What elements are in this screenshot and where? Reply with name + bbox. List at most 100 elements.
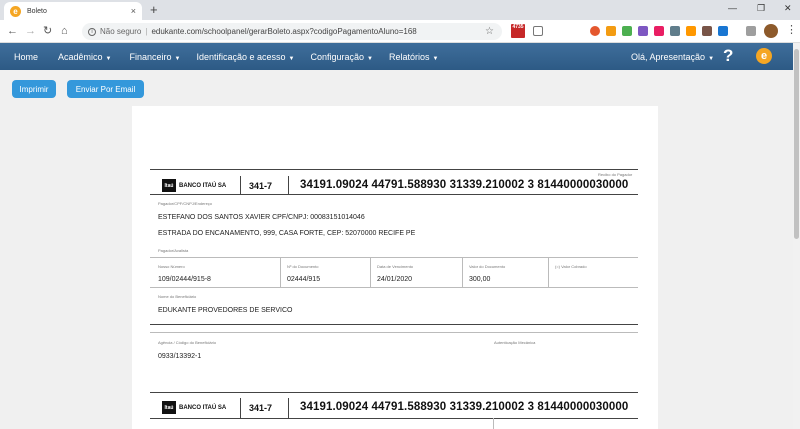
url-text[interactable]: edukante.com/schoolpanel/gerarBoleto.asp… [151,27,485,36]
help-icon[interactable]: ? [723,46,733,66]
divider [548,257,549,287]
caret-down-icon: ▼ [367,55,373,62]
bookmark-star-icon[interactable]: ☆ [485,26,494,37]
divider [240,398,241,418]
nav-relatorios[interactable]: Relatórios ▼ [389,52,438,62]
extension-green-icon[interactable] [622,26,632,36]
pagador-label: Pagador/CPF/CNPJ/Endereço [158,201,213,206]
scrollbar-thumb[interactable] [794,49,799,239]
caret-down-icon: ▼ [174,55,181,62]
nav-academico[interactable]: Acadêmico ▼ [58,52,111,62]
divider [150,169,638,170]
divider [150,332,638,333]
extension-blue-icon[interactable] [718,26,728,36]
divider [150,418,638,419]
home-icon[interactable]: ⌂ [61,24,68,38]
address-bar[interactable]: i Não seguro | edukante.com/schoolpanel/… [82,23,502,40]
extension-pink-icon[interactable] [654,26,664,36]
numero-documento-label: Nº do Documento [287,264,319,269]
nav-configuracao[interactable]: Configuração ▼ [311,52,374,62]
print-button[interactable]: Imprimir [12,80,56,98]
extension-gray-icon[interactable] [670,26,680,36]
divider [462,257,463,287]
nav-academico-label: Acadêmico [58,51,103,62]
browser-menu-icon[interactable]: ⋮ [786,23,797,36]
itau-logo-icon: Itaú [162,179,176,192]
browser-tab[interactable]: e Boleto × [4,2,142,20]
divider [150,324,638,325]
send-email-button[interactable]: Enviar Por Email [67,80,144,98]
boleto-document: Recibo do Pagador Itaú BANCO ITAÚ SA 341… [132,106,658,429]
info-icon[interactable]: i [88,27,96,36]
forward-icon[interactable]: → [25,24,36,38]
boleto-payment-slip: Itaú BANCO ITAÚ SA 341-7 34191.09024 447… [150,392,638,429]
nav-user-menu[interactable]: Olá, Apresentação ▼ [631,52,714,62]
bank-code: 341-7 [249,403,273,413]
extension-badge-icon[interactable]: 4735 [511,24,525,38]
edukante-logo-icon[interactable]: e [756,48,772,64]
nav-financeiro-label: Financeiro [129,51,172,62]
beneficiario-label: Nome do Beneficiário [158,294,197,299]
not-secure-label: Não seguro [100,27,142,36]
beneficiario-name: EDUKANTE PROVEDORES DE SERVICO [158,307,293,314]
vencimento-label: Data de Vencimento [377,264,414,269]
tab-title: Boleto [27,7,47,15]
pagador-name: ESTEFANO DOS SANTOS XAVIER CPF/CNPJ: 000… [158,214,365,221]
divider [280,257,281,287]
avalista-label: Pagador/Avalista [158,248,189,253]
reading-list-icon[interactable] [746,26,756,36]
divider [370,257,371,287]
divider [240,176,241,194]
omnibox-separator: | [145,27,148,36]
digitable-line: 34191.09024 44791.588930 31339.210002 3 … [300,401,629,413]
reload-icon[interactable]: ↻ [43,24,52,38]
camera-extension-icon[interactable] [533,26,543,36]
pagador-address: ESTRADA DO ENCANAMENTO, 999, CASA FORTE,… [158,230,416,237]
autenticacao-label: Autenticação Mecânica [494,340,536,345]
agencia-code: 0933/13392-1 [158,353,202,360]
close-window-icon[interactable]: ✕ [784,3,792,14]
profile-avatar[interactable] [764,24,778,38]
minimize-icon[interactable]: — [728,3,737,13]
user-greeting: Olá, Apresentação [631,52,706,62]
extension-orange-icon[interactable] [606,26,616,36]
nav-identificacao-label: Identificação e acesso [196,51,286,62]
nosso-numero-label: Nosso Número [158,264,185,269]
metamask-extension-icon[interactable] [686,26,696,36]
back-icon[interactable]: ← [7,24,18,38]
nav-identificacao[interactable]: Identificação e acesso ▼ [196,52,294,62]
boleto-receipt: Recibo do Pagador Itaú BANCO ITAÚ SA 341… [150,166,638,326]
valor-cobrado-label: (=) Valor Cobrado [555,264,587,269]
bank-name: BANCO ITAÚ SA [179,183,227,189]
edukante-favicon-icon: e [10,5,21,17]
digitable-line: 34191.09024 44791.588930 31339.210002 3 … [300,179,629,191]
divider [150,194,638,195]
itau-logo-icon: Itaú [162,401,176,414]
divider [150,257,638,258]
bank-name: BANCO ITAÚ SA [179,405,227,411]
new-tab-icon[interactable]: + [150,3,158,17]
nav-configuracao-label: Configuração [310,51,365,62]
divider [288,398,289,418]
browser-tab-strip: e Boleto × + — ❐ ✕ [0,0,800,20]
app-navbar: Home Acadêmico ▼ Financeiro ▼ Identificaçã… [0,43,793,70]
page-scrollbar[interactable] [793,43,800,429]
divider [150,392,638,393]
agencia-label: Agência / Código do Beneficiário [158,340,217,345]
extension-brown-icon[interactable] [702,26,712,36]
maximize-icon[interactable]: ❐ [757,3,765,14]
close-tab-icon[interactable]: × [131,6,136,16]
caret-down-icon: ▼ [105,55,112,62]
nav-financeiro[interactable]: Financeiro ▼ [130,52,181,62]
extension-badge-count: 4735 [512,24,524,30]
divider [493,418,494,429]
caret-down-icon: ▼ [288,55,295,62]
extension-red-icon[interactable] [590,26,600,36]
valor-documento-label: Valor do Documento [469,264,506,269]
recibo-label: Recibo do Pagador [598,172,633,177]
vencimento-date: 24/01/2020 [377,276,413,283]
nav-home[interactable]: Home [14,52,38,62]
numero-documento: 02444/915 [287,276,321,283]
divider [288,176,289,194]
extension-purple-icon[interactable] [638,26,648,36]
